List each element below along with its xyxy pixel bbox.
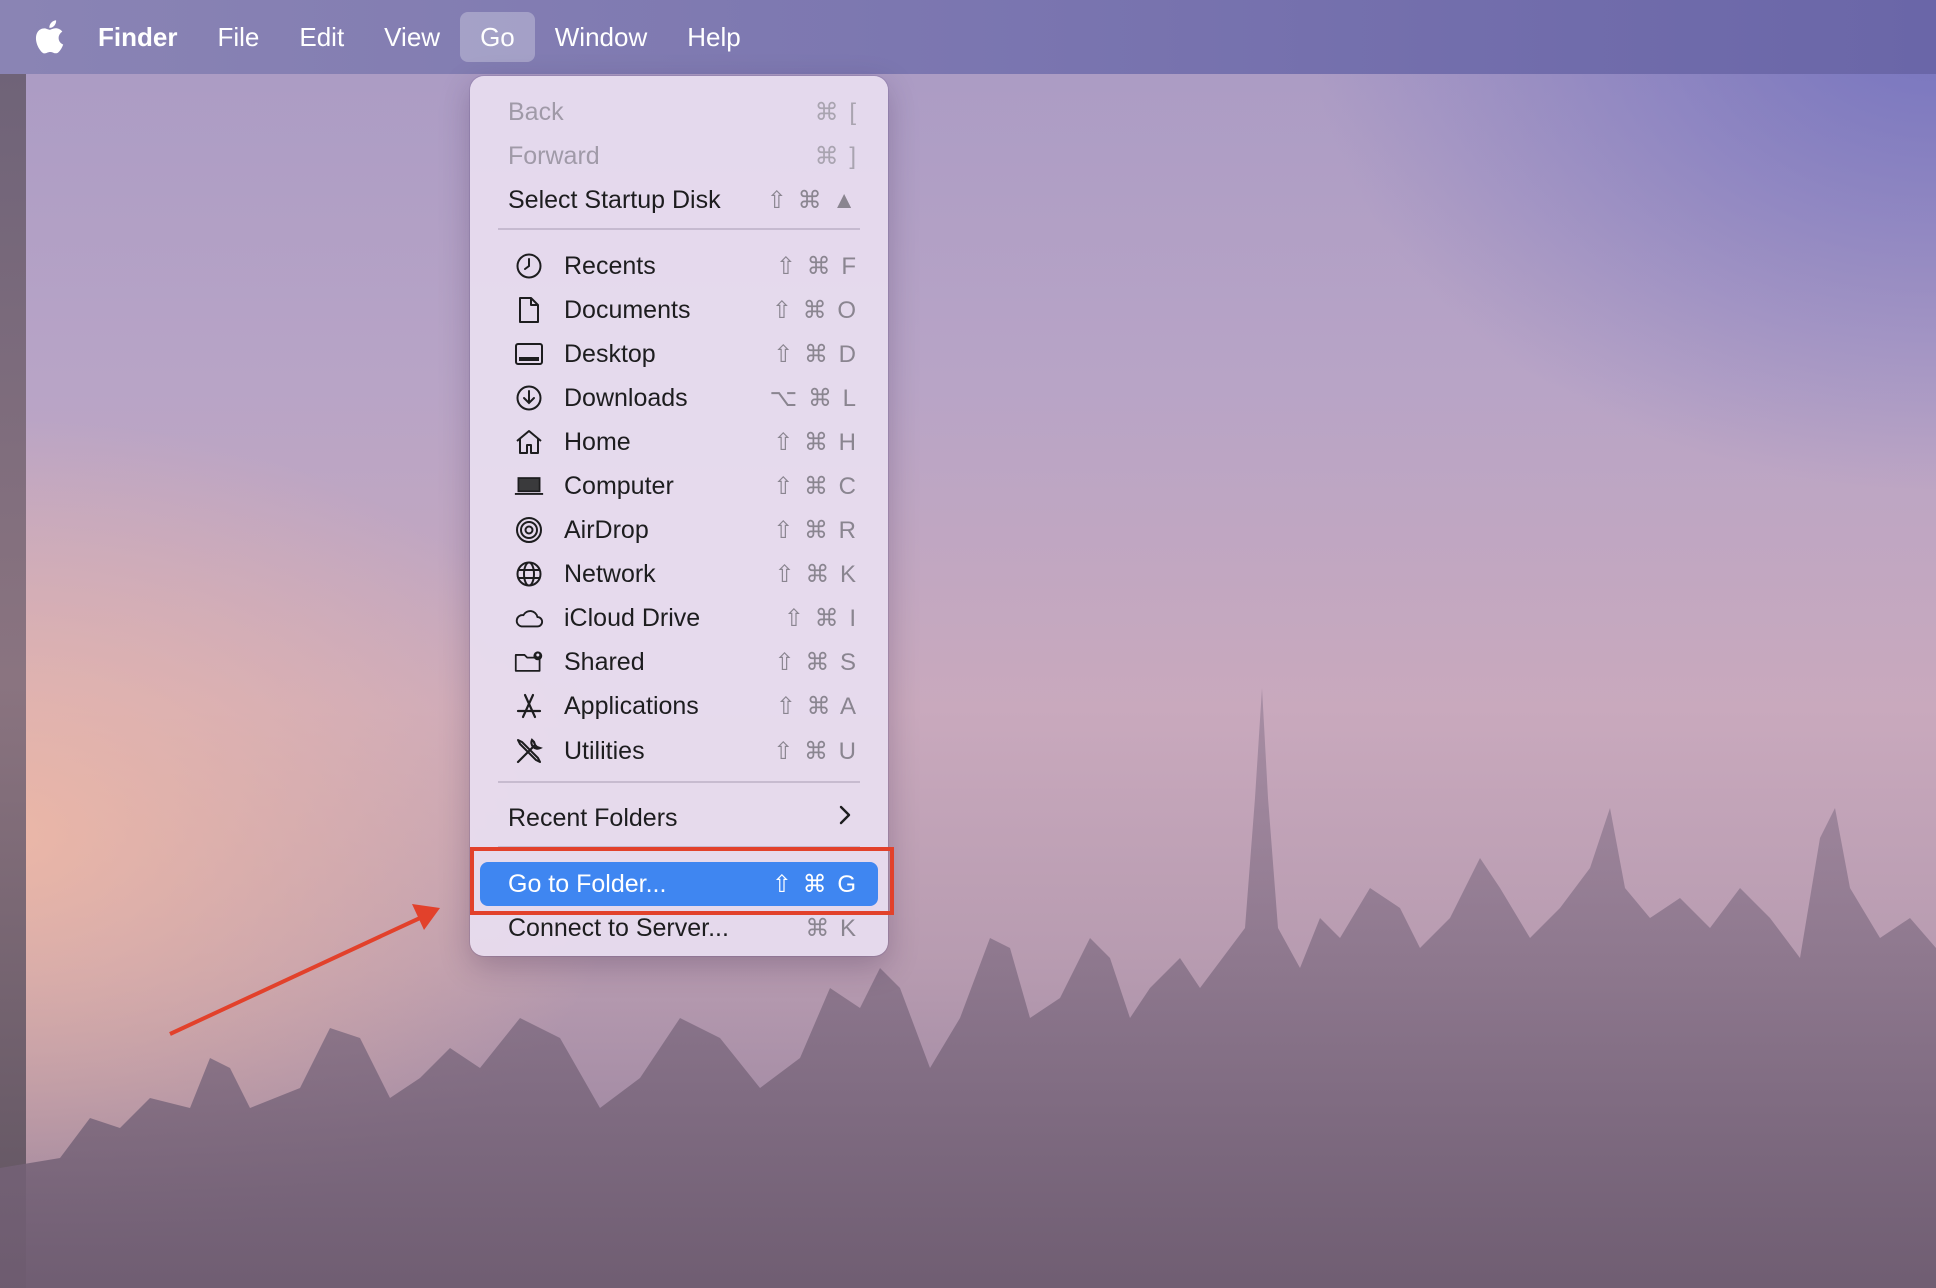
menu-go[interactable]: Go [460, 12, 535, 62]
download-icon [514, 383, 544, 413]
menu-item-label: Select Startup Disk [508, 185, 721, 214]
shortcut-text: ⇧ ⌘ R [773, 516, 858, 544]
menu-item-label: Utilities [564, 736, 645, 765]
desktop-wallpaper [0, 0, 1936, 1288]
utilities-icon [514, 736, 544, 766]
shortcut-text: ⇧ ⌘ K [774, 560, 858, 588]
menu-item-computer[interactable]: Computer ⇧ ⌘ C [480, 464, 878, 508]
apple-logo-icon[interactable] [32, 17, 66, 57]
menu-item-label: Downloads [564, 383, 688, 412]
menu-item-label: Shared [564, 647, 645, 676]
menu-item-back[interactable]: Back ⌘ [ [480, 90, 878, 134]
menu-item-label: Computer [564, 471, 674, 500]
shortcut-text: ⇧ ⌘ A [775, 692, 858, 720]
menu-item-label: Recent Folders [508, 803, 678, 832]
shortcut-text: ⌘ [ [814, 98, 858, 126]
menu-item-label: Home [564, 427, 631, 456]
cloud-icon [514, 603, 544, 633]
shortcut-text: ⌥ ⌘ L [769, 384, 858, 412]
menu-edit[interactable]: Edit [279, 12, 364, 62]
menu-item-desktop[interactable]: Desktop ⇧ ⌘ D [480, 332, 878, 376]
menu-item-recent-folders[interactable]: Recent Folders [480, 796, 878, 840]
menu-item-label: Connect to Server... [508, 913, 729, 942]
shortcut-text: ⌘ K [805, 914, 858, 942]
home-icon [514, 427, 544, 457]
menu-item-home[interactable]: Home ⇧ ⌘ H [480, 420, 878, 464]
menu-item-label: Documents [564, 295, 691, 324]
menu-item-airdrop[interactable]: AirDrop ⇧ ⌘ R [480, 508, 878, 552]
menu-item-forward[interactable]: Forward ⌘ ] [480, 134, 878, 178]
menu-item-network[interactable]: Network ⇧ ⌘ K [480, 552, 878, 596]
menu-bar: Finder File Edit View Go Window Help [0, 0, 1936, 74]
menu-help[interactable]: Help [667, 12, 760, 62]
shortcut-text: ⇧ ⌘ I [783, 604, 858, 632]
menu-separator [498, 228, 860, 230]
menu-view[interactable]: View [364, 12, 460, 62]
clock-icon [514, 251, 544, 281]
menu-item-utilities[interactable]: Utilities ⇧ ⌘ U [480, 729, 878, 773]
shortcut-text: ⇧ ⌘ F [775, 252, 858, 280]
menu-separator [498, 781, 860, 783]
menu-item-label: Forward [508, 141, 600, 170]
laptop-icon [514, 471, 544, 501]
shortcut-text: ⇧ ⌘ U [773, 737, 858, 765]
shortcut-text: ⇧ ⌘ H [773, 428, 858, 456]
city-skyline-image [0, 688, 1936, 1288]
shortcut-text: ⇧ ⌘ ▲ [766, 186, 858, 214]
menu-item-shared[interactable]: Shared ⇧ ⌘ S [480, 640, 878, 684]
menu-item-label: Back [508, 97, 564, 126]
shared-folder-icon [514, 647, 544, 677]
menu-item-recents[interactable]: Recents ⇧ ⌘ F [480, 244, 878, 288]
menu-item-select-startup-disk[interactable]: Select Startup Disk ⇧ ⌘ ▲ [480, 178, 878, 222]
menu-item-label: AirDrop [564, 515, 649, 544]
menu-item-downloads[interactable]: Downloads ⌥ ⌘ L [480, 376, 878, 420]
go-menu-dropdown: Back ⌘ [ Forward ⌘ ] Select Startup Disk… [470, 76, 888, 956]
menu-finder[interactable]: Finder [98, 12, 197, 62]
menu-item-label: Desktop [564, 339, 656, 368]
menu-item-label: Network [564, 559, 656, 588]
menu-item-label: Recents [564, 251, 656, 280]
shortcut-text: ⌘ ] [814, 142, 858, 170]
shortcut-text: ⇧ ⌘ D [773, 340, 858, 368]
shortcut-text: ⇧ ⌘ S [774, 648, 858, 676]
menu-item-applications[interactable]: Applications ⇧ ⌘ A [480, 684, 878, 728]
menu-file[interactable]: File [197, 12, 279, 62]
menu-item-icloud-drive[interactable]: iCloud Drive ⇧ ⌘ I [480, 596, 878, 640]
menu-window[interactable]: Window [535, 12, 667, 62]
chevron-right-icon [838, 804, 852, 833]
airdrop-icon [514, 515, 544, 545]
applications-icon [514, 691, 544, 721]
shortcut-text: ⇧ ⌘ O [771, 296, 858, 324]
menu-item-label: Applications [564, 691, 699, 720]
menu-item-label: iCloud Drive [564, 603, 701, 632]
shortcut-text: ⇧ ⌘ C [773, 472, 858, 500]
desktop-icon [514, 339, 544, 369]
menu-item-documents[interactable]: Documents ⇧ ⌘ O [480, 288, 878, 332]
annotation-highlight-box [470, 847, 894, 915]
document-icon [514, 295, 544, 325]
globe-icon [514, 559, 544, 589]
